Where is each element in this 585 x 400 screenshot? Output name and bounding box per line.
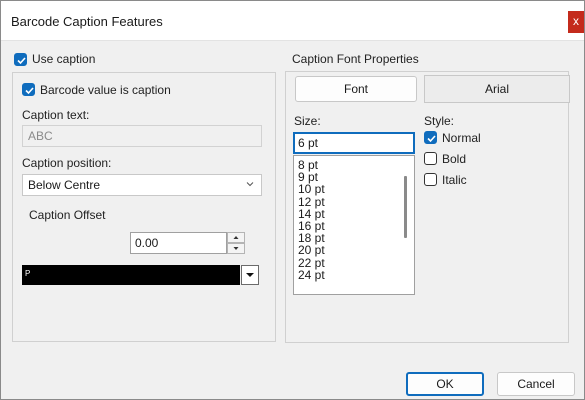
- font-size-list[interactable]: 8 pt 9 pt 10 pt 12 pt 14 pt 16 pt 18 pt 20 pt 22…: [293, 155, 415, 295]
- barcode-value-checkbox[interactable]: [22, 83, 35, 96]
- chevron-down-icon: [246, 182, 254, 187]
- style-normal-checkbox[interactable]: [424, 131, 437, 144]
- font-size-option[interactable]: 20 pt: [298, 244, 325, 256]
- dialog-window: Barcode Caption Features x Use caption B…: [0, 0, 585, 400]
- cancel-button[interactable]: Cancel: [497, 372, 575, 396]
- font-group-label: Caption Font Properties: [292, 52, 419, 66]
- style-label: Style:: [424, 114, 455, 128]
- checkmark-icon: [427, 135, 436, 143]
- font-button[interactable]: Font: [295, 76, 417, 102]
- arrow-down-icon: [233, 247, 239, 250]
- use-caption-checkbox[interactable]: [14, 53, 27, 66]
- font-size-option[interactable]: 16 pt: [298, 220, 325, 232]
- font-size-option[interactable]: 22 pt: [298, 257, 325, 269]
- caption-text-label: Caption text:: [22, 108, 90, 122]
- checkmark-icon: [25, 87, 34, 95]
- font-size-option[interactable]: 24 pt: [298, 269, 325, 281]
- checkmark-icon: [17, 57, 26, 65]
- font-size-option[interactable]: 8 pt: [298, 159, 318, 171]
- caption-position-label: Caption position:: [22, 156, 112, 170]
- spin-up-button[interactable]: [227, 232, 245, 243]
- font-size-option[interactable]: 10 pt: [298, 183, 325, 195]
- style-italic-label: Italic: [442, 173, 467, 187]
- caption-offset-value: 0.00: [135, 236, 159, 250]
- spin-down-button[interactable]: [227, 243, 245, 254]
- ok-button[interactable]: OK: [406, 372, 484, 396]
- font-size-option[interactable]: 9 pt: [298, 171, 318, 183]
- caption-color-swatch[interactable]: P: [22, 265, 240, 285]
- font-size-option[interactable]: 12 pt: [298, 196, 325, 208]
- close-button[interactable]: x: [568, 11, 584, 33]
- font-size-input[interactable]: 6 pt: [293, 132, 415, 154]
- size-label: Size:: [294, 114, 321, 128]
- caption-color-label: P: [25, 269, 31, 278]
- caption-position-value: Below Centre: [28, 178, 101, 192]
- dropdown-arrow-icon: [246, 273, 254, 277]
- style-bold-label: Bold: [442, 152, 467, 166]
- arrow-up-icon: [233, 236, 239, 239]
- caption-color-dropdown-button[interactable]: [241, 265, 259, 285]
- dialog-title: Barcode Caption Features: [11, 14, 163, 29]
- font-name-display: Arial: [424, 75, 570, 103]
- font-size-option[interactable]: 14 pt: [298, 208, 325, 220]
- style-normal-label: Normal: [442, 131, 481, 145]
- scrollbar-thumb[interactable]: [404, 176, 407, 238]
- caption-offset-label: Caption Offset: [29, 208, 106, 222]
- caption-text-input[interactable]: ABC: [22, 125, 262, 147]
- caption-position-select[interactable]: Below Centre: [22, 174, 262, 196]
- font-size-option[interactable]: 18 pt: [298, 232, 325, 244]
- style-bold-checkbox[interactable]: [424, 152, 437, 165]
- barcode-value-label: Barcode value is caption: [40, 83, 171, 97]
- title-bar: Barcode Caption Features x: [1, 1, 584, 41]
- use-caption-label: Use caption: [32, 52, 96, 66]
- caption-offset-input[interactable]: 0.00: [130, 232, 227, 254]
- style-italic-checkbox[interactable]: [424, 173, 437, 186]
